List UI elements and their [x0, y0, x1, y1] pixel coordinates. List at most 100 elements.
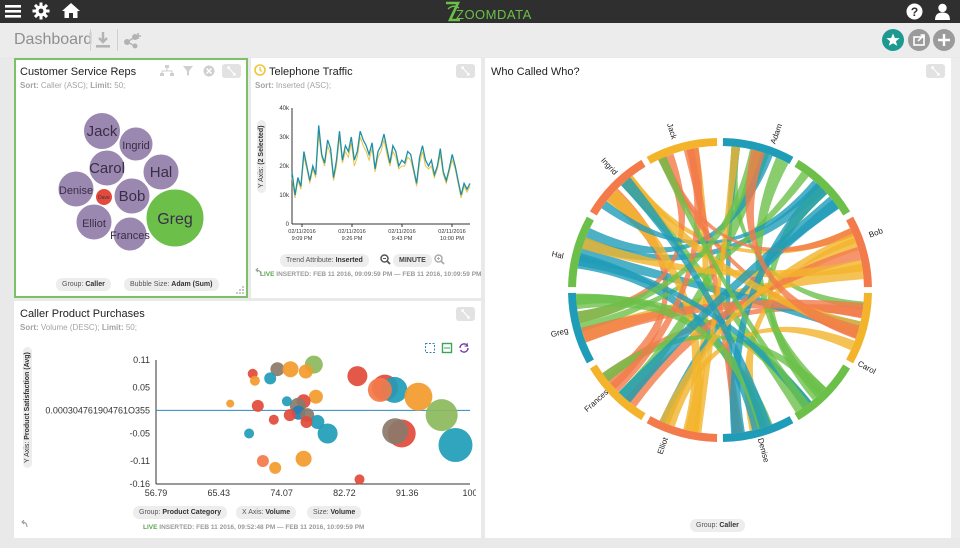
divider — [90, 29, 91, 51]
chord-label: Bob — [868, 226, 885, 240]
chord-group-arc[interactable] — [646, 138, 718, 164]
scatter-point[interactable] — [226, 399, 235, 408]
expand-button[interactable] — [456, 64, 475, 78]
x-tick-label: 02/11/2016 — [338, 229, 366, 235]
scatter-point[interactable] — [317, 423, 338, 444]
scatter-point[interactable] — [256, 455, 269, 467]
scatter-point[interactable] — [282, 361, 299, 378]
divider — [117, 29, 118, 51]
export-button[interactable] — [908, 29, 930, 51]
scatter-point[interactable] — [404, 382, 433, 411]
live-status: LIVE INSERTED: FEB 11 2016, 09:09:59 PM … — [260, 271, 482, 278]
x-tick-label: 10:00 PM — [440, 236, 464, 242]
group-pill[interactable]: Group: Product Category — [133, 506, 228, 519]
y-tick-label: 20k — [279, 164, 290, 170]
y-tick-label: -0.05 — [129, 428, 150, 438]
expand-icon — [931, 66, 940, 76]
y-axis-pill[interactable]: Y Axis: Product Satisfaction (Avg) — [23, 347, 32, 468]
zoom-out-icon[interactable] — [380, 254, 391, 265]
expand-button[interactable] — [456, 307, 475, 321]
help-icon[interactable]: ? — [906, 3, 923, 20]
x-axis-pill[interactable]: X Axis: Volume — [236, 506, 297, 519]
add-button[interactable] — [933, 29, 955, 51]
scatter-point[interactable] — [347, 366, 368, 387]
bubble-label: Jack — [87, 123, 118, 140]
page-title: Dashboard — [14, 31, 93, 48]
chord-label: Carol — [856, 359, 877, 376]
group-pill[interactable]: Group: Caller — [690, 519, 745, 532]
hierarchy-icon[interactable] — [160, 65, 174, 77]
scatter-point[interactable] — [268, 414, 279, 425]
zoomdata-logo: ZOOMDATA — [446, 1, 531, 22]
size-pill[interactable]: Size: Volume — [307, 506, 362, 519]
chord-label: Frances — [583, 388, 611, 414]
y-tick-label: 10k — [279, 193, 290, 199]
y-tick-label: 0.000304761904761O355 — [45, 405, 150, 415]
scatter-point[interactable] — [298, 364, 313, 379]
y-tick-label: 40k — [279, 106, 290, 112]
sort-info: Sort: Caller (ASC); Limit: 50; — [20, 81, 126, 90]
x-tick-label: 82.72 — [333, 488, 356, 498]
favorite-button[interactable] — [882, 29, 904, 51]
close-icon[interactable] — [203, 65, 215, 77]
scatter-chart: 0.110.050.000304761904761O355-0.05-0.11-… — [45, 355, 476, 498]
scatter-point[interactable] — [308, 389, 323, 404]
sort-info: Sort: Inserted (ASC); — [255, 81, 332, 90]
panel-title: Telephone Traffic — [269, 66, 353, 78]
share-icon[interactable] — [122, 31, 142, 49]
x-tick-label: 9:09 PM — [292, 236, 313, 242]
scatter-point[interactable] — [295, 450, 312, 467]
hamburger-icon[interactable] — [5, 3, 22, 19]
panel-title: Who Called Who? — [491, 66, 580, 78]
bubble-label: Greg — [157, 211, 193, 228]
scatter-point[interactable] — [283, 409, 296, 422]
chord-label: Greg — [550, 326, 570, 339]
expand-icon — [461, 66, 470, 76]
scatter-point[interactable] — [438, 428, 473, 462]
scatter-point[interactable] — [264, 372, 277, 385]
scatter-point[interactable] — [281, 396, 292, 407]
back-icon[interactable] — [20, 520, 28, 528]
scatter-point[interactable] — [425, 399, 458, 432]
x-tick-label: 65.43 — [208, 488, 231, 498]
filter-icon[interactable] — [182, 65, 194, 77]
home-icon[interactable] — [61, 2, 81, 19]
scatter-point[interactable] — [269, 461, 282, 474]
group-pill[interactable]: Group: Caller — [56, 278, 111, 291]
x-tick-label: 56.79 — [145, 488, 168, 498]
y-tick-label: 0 — [286, 222, 290, 228]
export-icon — [913, 34, 925, 46]
scatter-point[interactable] — [367, 377, 392, 402]
trend-attribute-pill[interactable]: Trend Attribute: Inserted — [280, 254, 369, 267]
scatter-point[interactable] — [382, 418, 409, 445]
scatter-point[interactable] — [251, 399, 264, 412]
scrollbar[interactable] — [951, 58, 960, 538]
x-tick-label: 02/11/2016 — [388, 229, 416, 235]
scatter-point[interactable] — [300, 416, 313, 428]
y-axis-pill[interactable]: Y Axis: (2 Selected) — [257, 120, 266, 193]
scatter-point[interactable] — [249, 375, 260, 386]
series-line[interactable] — [291, 125, 471, 196]
y-tick-label: -0.11 — [130, 456, 150, 466]
chord-diagram: Adam Bob Carol Denise Elliot Frances Greg Hal In… — [550, 122, 885, 464]
download-icon[interactable] — [95, 31, 111, 49]
live-status: LIVE INSERTED: FEB 11 2016, 09:52:48 PM … — [143, 524, 365, 531]
user-icon[interactable] — [934, 3, 951, 20]
y-tick-label: 30k — [279, 135, 290, 141]
bubble-chart: Jack Ingrid Carol Hal Denise Dave Bob Elliot Gre… — [57, 112, 205, 252]
star-icon — [886, 33, 900, 46]
zoom-in-icon[interactable] — [434, 254, 445, 265]
bubble-label: Elliot — [82, 218, 106, 230]
expand-button[interactable] — [926, 64, 945, 78]
x-tick-label: 100 — [462, 488, 476, 498]
interval-pill[interactable]: MINUTE — [393, 254, 432, 267]
gear-icon[interactable] — [32, 2, 50, 20]
chord-group-arc[interactable] — [646, 416, 718, 442]
scatter-point[interactable] — [354, 474, 365, 485]
panel-title: Caller Product Purchases — [20, 308, 145, 320]
svg-text:?: ? — [911, 5, 918, 19]
resize-handle-icon[interactable] — [236, 286, 245, 295]
expand-button[interactable] — [222, 64, 241, 78]
bubble-size-pill[interactable]: Bubble Size: Adam (Sum) — [124, 278, 219, 291]
scatter-point[interactable] — [244, 428, 255, 439]
